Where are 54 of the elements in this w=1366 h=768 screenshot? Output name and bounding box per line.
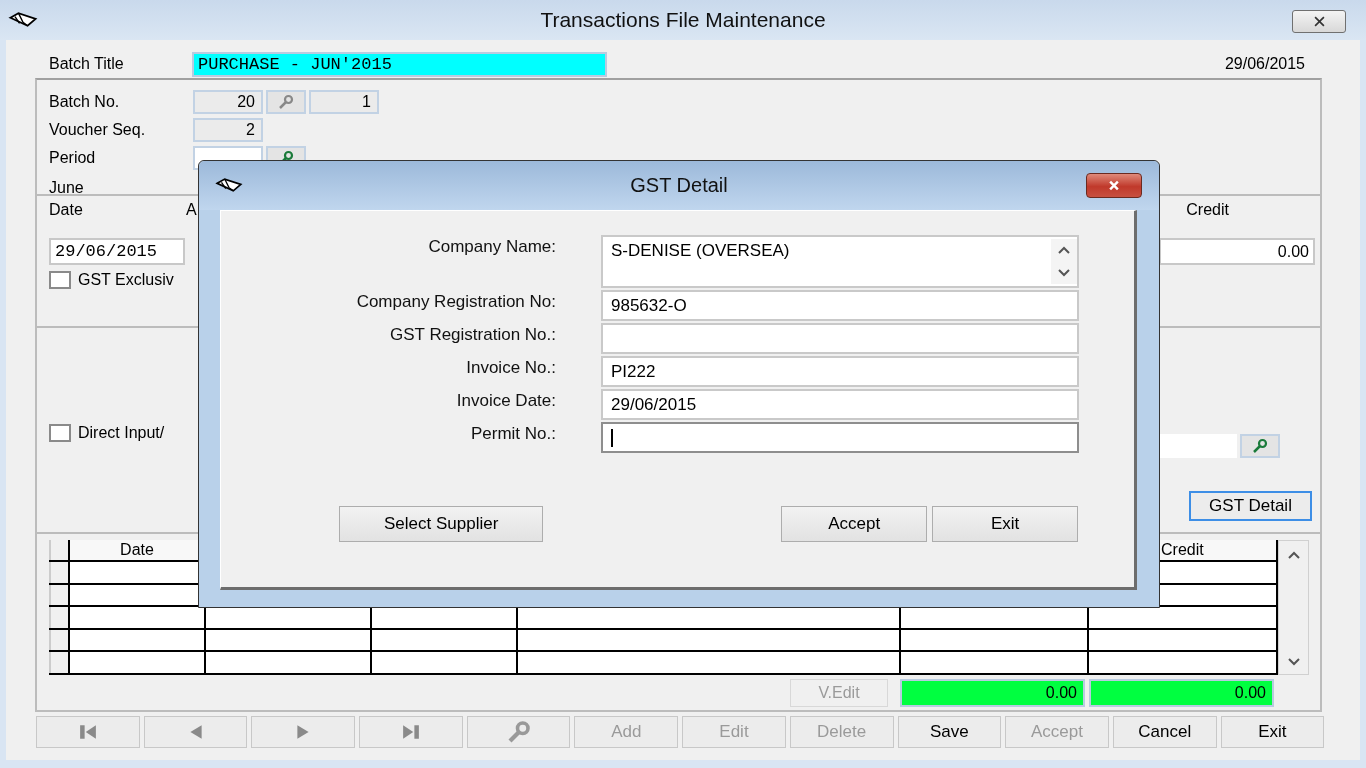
toolbar-button[interactable]: Save xyxy=(897,716,1002,748)
field-label: Invoice No.: xyxy=(465,357,556,379)
text-field[interactable]: 29/06/2015 xyxy=(601,389,1079,420)
text-field[interactable]: 985632-O xyxy=(601,290,1079,321)
close-icon xyxy=(1107,180,1121,191)
field-label: GST Registration No.: xyxy=(389,324,556,346)
key-icon xyxy=(505,720,532,744)
select-supplier-button[interactable]: Select Supplier xyxy=(339,506,544,542)
text-field[interactable]: PI222 xyxy=(601,356,1079,387)
close-button[interactable] xyxy=(1086,173,1142,198)
batch-no-field[interactable]: 20 xyxy=(193,90,263,114)
scrollbar[interactable] xyxy=(1278,540,1309,675)
column-heading: A xyxy=(186,201,197,220)
field-label: Company Name: xyxy=(427,236,556,258)
checkbox-label: GST Exclusiv xyxy=(78,271,174,289)
batch-title-field[interactable]: PURCHASE - JUN'2015 xyxy=(192,51,607,77)
text-field[interactable] xyxy=(601,323,1079,354)
voucher-seq-label: Voucher Seq. xyxy=(49,121,147,139)
toolbar-button[interactable]: Exit xyxy=(1220,716,1325,748)
company-name-field[interactable]: S-DENISE (OVERSEA) xyxy=(601,235,1079,288)
current-date: 29/06/2015 xyxy=(1224,55,1305,73)
close-button[interactable] xyxy=(1292,10,1346,33)
lookup-button[interactable] xyxy=(1240,434,1280,458)
date-heading: Date xyxy=(49,201,84,220)
checkbox-label: Direct Input/ xyxy=(78,424,165,442)
dialog-button[interactable]: Exit xyxy=(932,506,1078,542)
lookup-field[interactable] xyxy=(1159,434,1237,458)
toolbar-button[interactable]: Cancel xyxy=(1112,716,1217,748)
field-label: Company Registration No: xyxy=(355,291,556,313)
batch-sub-field[interactable]: 1 xyxy=(309,90,379,114)
field-label: Invoice Date: xyxy=(455,390,556,412)
date-field[interactable]: 29/06/2015 xyxy=(49,238,185,265)
dialog-title: GST Detail xyxy=(630,174,728,197)
credit-heading: Credit xyxy=(1186,201,1229,220)
close-icon xyxy=(1313,16,1325,27)
book-icon xyxy=(215,178,243,193)
voucher-seq-field[interactable]: 2 xyxy=(193,118,263,142)
gst-detail-button[interactable]: GST Detail xyxy=(1189,491,1312,521)
period-label: Period xyxy=(49,149,97,167)
checkbox[interactable]: Direct Input/ xyxy=(49,424,165,442)
batch-no-label: Batch No. xyxy=(49,93,121,111)
month-label: June xyxy=(49,179,84,197)
key-icon xyxy=(278,94,294,110)
dialog-button[interactable]: Accept xyxy=(781,506,928,542)
text-field[interactable] xyxy=(601,422,1079,453)
total-field: 0.00 xyxy=(900,679,1085,707)
key-icon xyxy=(1252,438,1268,454)
checkbox[interactable]: GST Exclusiv xyxy=(49,271,174,289)
field-label: Permit No.: xyxy=(469,423,556,445)
total-field: 0.00 xyxy=(1089,679,1274,707)
batch-title-label: Batch Title xyxy=(49,55,125,73)
credit-field[interactable]: 0.00 xyxy=(1159,238,1315,265)
window-title: Transactions File Maintenance xyxy=(540,8,826,32)
book-icon xyxy=(8,12,38,28)
